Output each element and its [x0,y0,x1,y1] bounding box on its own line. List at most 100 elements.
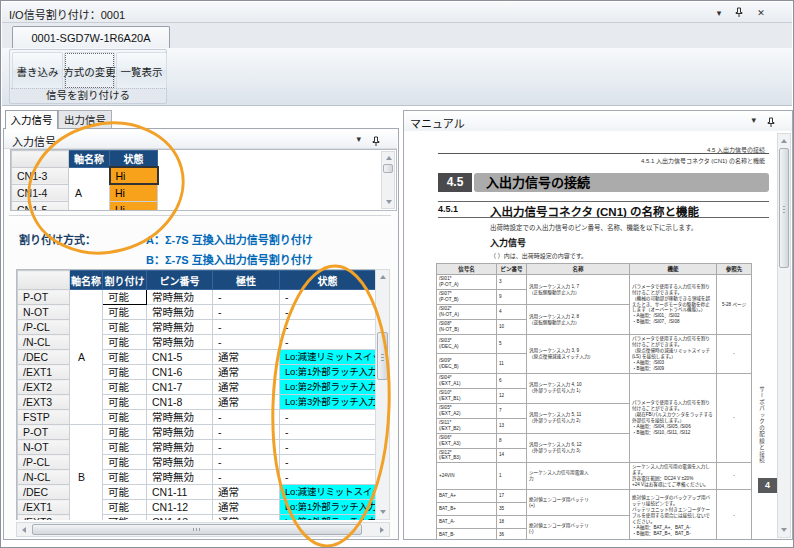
window-pin-icon[interactable] [732,7,746,19]
grid-polarity[interactable]: 通常 [213,380,280,395]
grid-signal[interactable]: /EXT2 [18,515,70,521]
grid-signal[interactable]: P-OT [18,425,70,440]
window-close-icon[interactable]: ✕ [754,7,768,19]
grid-pin[interactable]: 常時無効 [147,470,213,485]
grid-pin[interactable]: CN1-13 [147,515,213,521]
grid-state[interactable]: - [280,440,376,455]
grid-polarity[interactable]: 通常 [213,485,280,500]
grid-state[interactable]: - [280,320,376,335]
grid-axis-b[interactable]: B [70,425,103,521]
grid-assign[interactable]: 可能 [103,425,147,440]
grid-signal[interactable]: /N-CL [18,335,70,350]
grid-pin[interactable]: 常時無効 [147,455,213,470]
grid-signal[interactable]: /EXT3 [18,395,70,410]
grid-polarity[interactable]: 通常 [213,365,280,380]
grid-pin[interactable]: 常時無効 [147,305,213,320]
grid-assign[interactable]: 可能 [103,290,147,305]
grid-signal[interactable]: P-OT [18,290,70,305]
grid-signal[interactable]: /DEC [18,485,70,500]
grid-pin[interactable]: 常時無効 [147,335,213,350]
grid-state[interactable]: - [280,425,376,440]
grid-state[interactable]: Lo:第2外部ラッチ入力オフ [280,380,376,395]
grid-polarity[interactable]: - [213,470,280,485]
grid-assign[interactable]: 可能 [103,380,147,395]
change-method-button[interactable]: 方式の変更 [64,52,115,89]
grid-pin[interactable]: CN1-12 [147,500,213,515]
grid-assign[interactable]: 可能 [103,335,147,350]
grid-polarity[interactable]: - [213,290,280,305]
grid-signal[interactable]: /EXT2 [18,380,70,395]
grid-signal[interactable]: N-OT [18,305,70,320]
grid-state[interactable]: - [280,335,376,350]
grid-pin[interactable]: CN1-6 [147,365,213,380]
grid-state[interactable]: - [280,305,376,320]
grid-pin[interactable]: CN1-8 [147,395,213,410]
grid-state[interactable]: - [280,455,376,470]
monitor-pin[interactable]: CN1-4 [12,184,69,201]
grid-polarity[interactable]: 通常 [213,395,280,410]
grid-signal[interactable]: FSTP [18,410,70,425]
grid-assign[interactable]: 可能 [103,515,147,521]
grid-signal[interactable]: /P-CL [18,320,70,335]
grid-signal[interactable]: /DEC [18,350,70,365]
grid-pin[interactable]: 常時無効 [147,440,213,455]
grid-assign[interactable]: 可能 [103,365,147,380]
grid-assign[interactable]: 可能 [103,395,147,410]
grid-pin[interactable]: 常時無効 [147,320,213,335]
grid-assign[interactable]: 可能 [103,350,147,365]
tab-input-signals[interactable]: 入力信号 [5,110,58,129]
monitor-axis[interactable]: A [69,167,110,211]
grid-state[interactable]: Lo:第2外部ラッチ入力オフ [280,515,376,521]
grid-pin[interactable]: 常時無効 [147,410,213,425]
grid-horizontal-scrollbar[interactable] [16,522,390,537]
grid-assign[interactable]: 可能 [103,485,147,500]
grid-assign[interactable]: 可能 [103,320,147,335]
grid-polarity[interactable]: - [213,320,280,335]
grid-polarity[interactable]: - [213,455,280,470]
grid-pin[interactable]: CN1-7 [147,380,213,395]
grid-vertical-scrollbar[interactable] [375,269,390,520]
grid-signal[interactable]: /P-CL [18,455,70,470]
list-view-button[interactable]: 一覧表示 [116,52,167,89]
grid-assign[interactable]: 可能 [103,440,147,455]
grid-pin[interactable]: CN1-5 [147,350,213,365]
grid-state[interactable]: - [280,290,376,305]
grid-assign[interactable]: 可能 [103,500,147,515]
grid-state[interactable]: Lo:第1外部ラッチ入力オフ [280,365,376,380]
panel-dropdown-icon[interactable]: ▾ [356,134,361,144]
grid-signal[interactable]: /EXT1 [18,500,70,515]
grid-polarity[interactable]: - [213,440,280,455]
tab-servo-device[interactable]: 0001-SGD7W-1R6A20A [12,26,170,49]
grid-polarity[interactable]: 通常 [213,515,280,521]
monitor-state[interactable]: Hi [110,201,158,211]
grid-assign[interactable]: 可能 [103,455,147,470]
grid-signal[interactable]: /EXT1 [18,365,70,380]
monitor-pin[interactable]: CN1-5 [12,201,69,211]
grid-axis-a[interactable]: A [70,290,103,425]
grid-pin[interactable]: 常時無効 [147,290,213,305]
grid-state[interactable]: Lo:第3外部ラッチ入力オフ [280,395,376,410]
monitor-vertical-scrollbar[interactable] [381,151,395,209]
grid-pin[interactable]: CN1-11 [147,485,213,500]
grid-state[interactable]: Lo:減速リミットスイッチオン [280,485,376,500]
grid-state[interactable]: Lo:第1外部ラッチ入力オフ [280,500,376,515]
monitor-state[interactable]: Hi [110,167,158,184]
write-button[interactable]: 書き込み [12,52,63,89]
grid-pin[interactable]: 常時無効 [147,425,213,440]
manual-vertical-scrollbar[interactable] [777,133,791,538]
panel-pin-icon[interactable] [766,114,776,132]
grid-signal[interactable]: /N-CL [18,470,70,485]
tab-output-signals[interactable]: 出力信号 [58,110,112,129]
grid-state[interactable]: Lo:減速リミットスイッチオン [280,350,376,365]
grid-assign[interactable]: 可能 [103,410,147,425]
grid-signal[interactable]: N-OT [18,440,70,455]
grid-polarity[interactable]: - [213,425,280,440]
monitor-state[interactable]: Hi [110,184,158,201]
monitor-pin[interactable]: CN1-3 [12,167,69,184]
grid-polarity[interactable]: - [213,335,280,350]
grid-polarity[interactable]: - [213,410,280,425]
grid-state[interactable]: - [280,470,376,485]
grid-assign[interactable]: 可能 [103,305,147,320]
grid-polarity[interactable]: 通常 [213,500,280,515]
grid-state[interactable]: - [280,410,376,425]
